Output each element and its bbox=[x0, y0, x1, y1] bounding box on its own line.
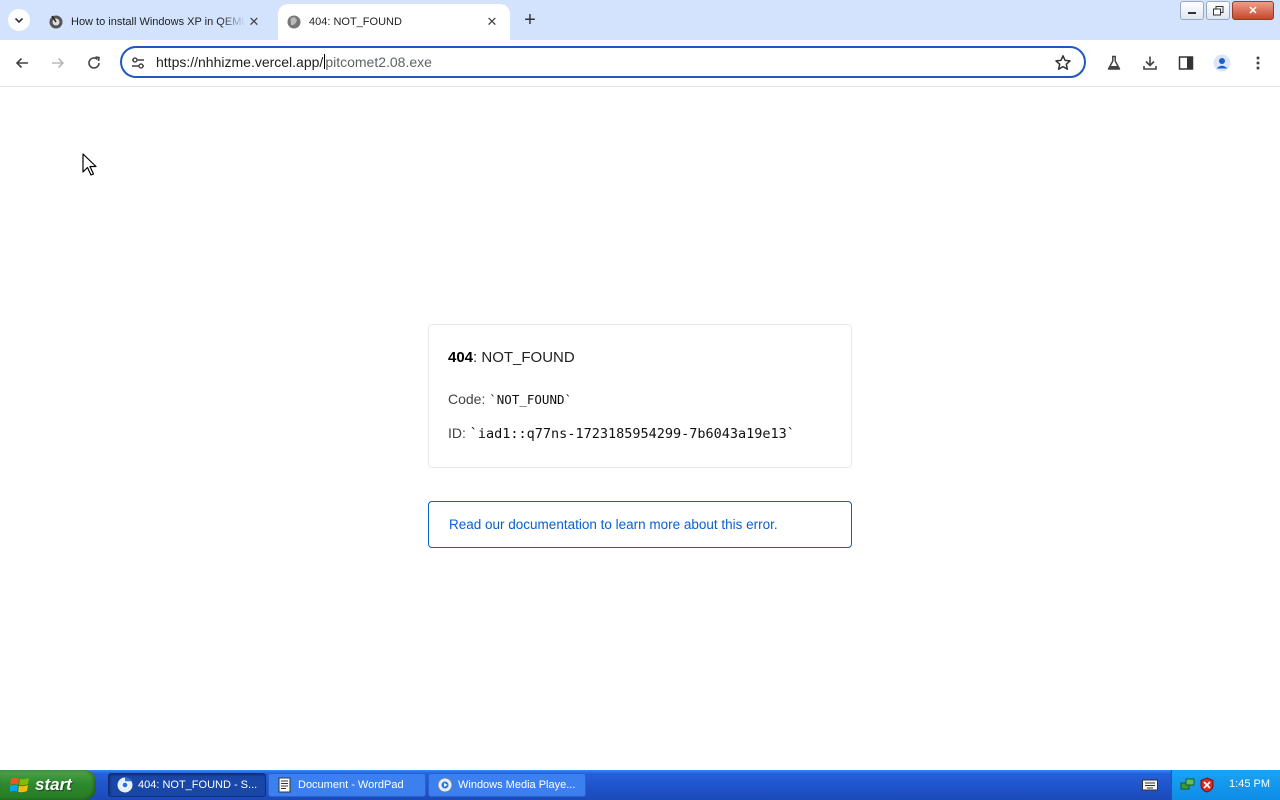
tab-title: 404: NOT_FOUND bbox=[309, 16, 402, 28]
mouse-pointer-icon bbox=[82, 153, 97, 176]
flask-icon bbox=[1107, 55, 1121, 70]
error-code-line: Code: `NOT_FOUND` bbox=[448, 391, 572, 407]
error-card: 404: NOT_FOUND Code: `NOT_FOUND` ID: `ia… bbox=[428, 324, 852, 468]
error-id-label: ID: bbox=[448, 425, 466, 441]
arrow-left-icon bbox=[15, 57, 28, 69]
chevron-down-icon bbox=[14, 17, 24, 24]
bookmark-star-icon[interactable] bbox=[1054, 54, 1072, 72]
close-icon: ✕ bbox=[1248, 5, 1258, 17]
minimize-window-button[interactable] bbox=[1180, 1, 1204, 20]
taskbar-item-media-player[interactable]: Windows Media Playe... bbox=[428, 773, 586, 797]
url-text[interactable]: https://nhhizme.vercel.app/pitcomet2.08.… bbox=[156, 54, 432, 70]
system-tray: 1:45 PM bbox=[1171, 770, 1280, 800]
download-icon bbox=[1143, 56, 1157, 70]
kebab-menu-icon bbox=[1256, 56, 1260, 70]
close-tab-icon[interactable]: ✕ bbox=[246, 14, 262, 30]
media-player-icon bbox=[437, 777, 453, 793]
vercel-favicon-icon bbox=[286, 14, 302, 30]
site-settings-icon[interactable] bbox=[130, 55, 146, 71]
plus-icon: + bbox=[524, 8, 536, 31]
start-button[interactable]: start bbox=[0, 770, 96, 800]
taskbar-item-wordpad[interactable]: Document - WordPad bbox=[268, 773, 426, 797]
downloads-button[interactable] bbox=[1138, 51, 1162, 75]
taskbar-clock[interactable]: 1:45 PM bbox=[1229, 778, 1270, 790]
taskbar-item-label: Windows Media Playe... bbox=[458, 779, 576, 791]
tab-strip: How to install Windows XP in QEMU ✕ 404:… bbox=[0, 0, 1280, 40]
restore-icon bbox=[1212, 5, 1223, 15]
keyboard-icon[interactable] bbox=[1142, 778, 1158, 791]
close-window-button[interactable]: ✕ bbox=[1232, 1, 1274, 20]
windows-taskbar: start 404: NOT_FOUND - S... Document - W… bbox=[0, 770, 1280, 800]
profile-avatar-icon bbox=[1213, 54, 1231, 72]
address-bar[interactable]: https://nhhizme.vercel.app/pitcomet2.08.… bbox=[120, 46, 1086, 78]
labs-button[interactable] bbox=[1102, 51, 1126, 75]
reload-button[interactable] bbox=[82, 51, 106, 75]
taskbar-item-label: Document - WordPad bbox=[298, 779, 404, 791]
tab-title: How to install Windows XP in QEMU bbox=[71, 16, 246, 28]
taskbar-item-label: 404: NOT_FOUND - S... bbox=[138, 779, 258, 791]
wordpad-icon bbox=[278, 777, 291, 793]
error-status-code: 404 bbox=[448, 349, 474, 366]
new-tab-button[interactable]: + bbox=[519, 9, 541, 31]
chrome-icon bbox=[117, 777, 133, 793]
side-panel-icon bbox=[1178, 56, 1194, 70]
close-tab-icon[interactable]: ✕ bbox=[484, 14, 500, 30]
error-id-line: ID: `iad1::q77ns-1723185954299-7b6043a19… bbox=[448, 425, 795, 442]
network-icon[interactable] bbox=[1180, 777, 1196, 793]
windows-flag-icon bbox=[10, 777, 29, 793]
minimize-icon bbox=[1188, 11, 1196, 14]
error-id-value: `iad1::q77ns-1723185954299-7b6043a19e13` bbox=[469, 426, 795, 442]
restore-window-button[interactable] bbox=[1206, 1, 1230, 20]
arrow-right-icon bbox=[52, 57, 65, 69]
error-status-text: : NOT_FOUND bbox=[473, 349, 575, 366]
browser-toolbar: https://nhhizme.vercel.app/pitcomet2.08.… bbox=[0, 40, 1280, 87]
tab-qemu-guide[interactable]: How to install Windows XP in QEMU ✕ bbox=[40, 4, 272, 40]
browser-menu-button[interactable] bbox=[1246, 51, 1270, 75]
url-host: https://nhhizme.vercel.app/ bbox=[156, 54, 324, 70]
site-favicon-icon bbox=[48, 14, 64, 30]
url-path: pitcomet2.08.exe bbox=[325, 54, 432, 70]
error-code-label: Code: bbox=[448, 391, 486, 407]
documentation-link[interactable]: Read our documentation to learn more abo… bbox=[428, 501, 852, 548]
error-title: 404: NOT_FOUND bbox=[448, 349, 575, 366]
back-button[interactable] bbox=[10, 51, 34, 75]
taskbar-item-chrome[interactable]: 404: NOT_FOUND - S... bbox=[108, 773, 266, 797]
error-code-value: `NOT_FOUND` bbox=[489, 392, 573, 407]
reload-icon bbox=[88, 56, 100, 69]
side-panel-button[interactable] bbox=[1174, 51, 1198, 75]
window-controls: ✕ bbox=[1180, 1, 1274, 20]
tab-404-not-found[interactable]: 404: NOT_FOUND ✕ bbox=[278, 4, 510, 40]
profile-button[interactable] bbox=[1210, 51, 1234, 75]
forward-button[interactable] bbox=[46, 51, 70, 75]
tab-search-button[interactable] bbox=[8, 9, 30, 31]
security-shield-icon[interactable] bbox=[1199, 777, 1215, 793]
start-label: start bbox=[35, 775, 72, 794]
